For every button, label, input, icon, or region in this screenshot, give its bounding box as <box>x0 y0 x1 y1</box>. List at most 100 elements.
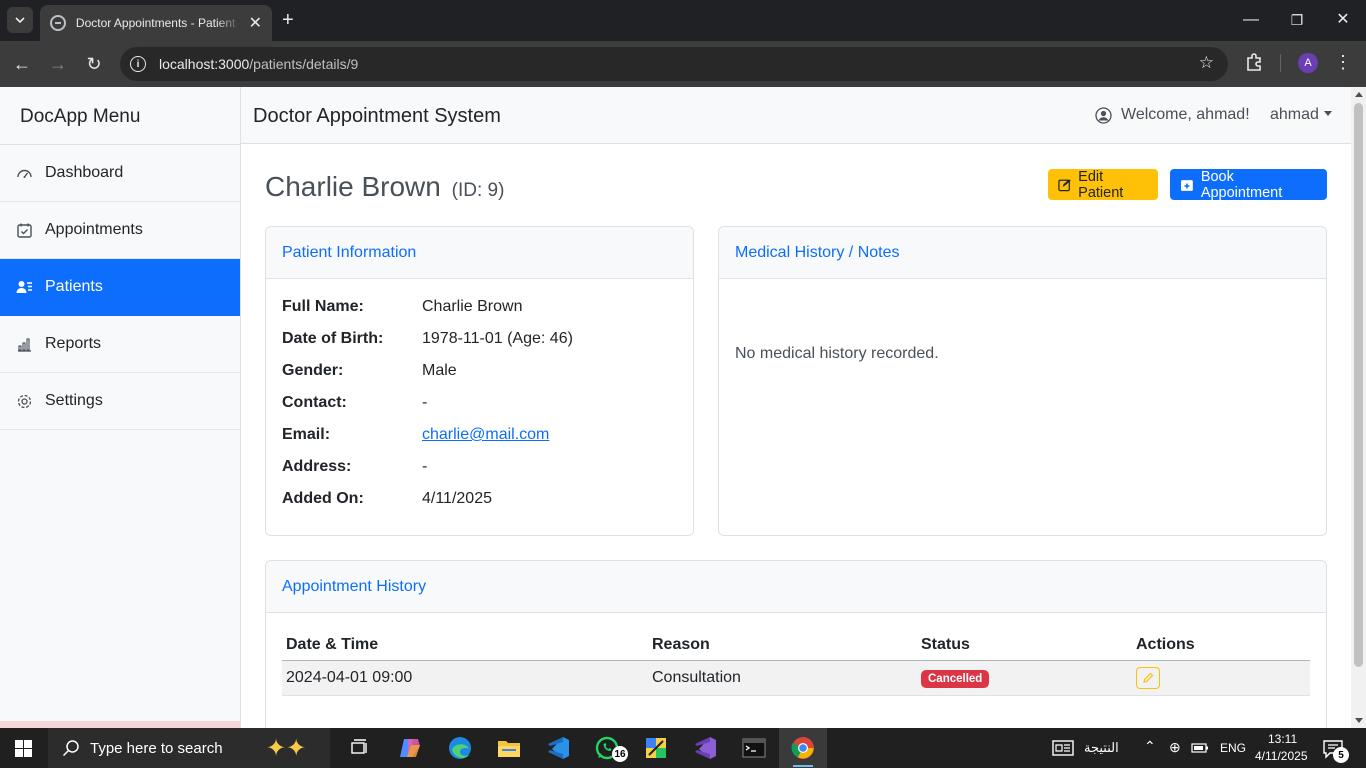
sidebar: DocApp Menu Dashboard Appointments Patie… <box>0 87 241 728</box>
taskbar-search-box[interactable]: Type here to search ✦✦ <box>48 728 330 768</box>
address-bar[interactable]: i localhost:3000/patients/details/9 ☆ <box>120 47 1228 81</box>
page-scrollbar[interactable] <box>1351 87 1366 728</box>
edit-patient-button[interactable]: Edit Patient <box>1048 168 1158 201</box>
info-value: 1978-11-01 (Age: 46) <box>422 330 573 347</box>
command-prompt-icon[interactable] <box>740 734 768 762</box>
news-widget-label[interactable]: النتيجة <box>1084 740 1119 756</box>
restore-window-icon[interactable]: ❐ <box>1274 8 1320 32</box>
table-row: 2024-04-01 09:00 Consultation Cancelled <box>282 660 1310 696</box>
info-label: Address: <box>282 458 352 475</box>
windows-start-icon[interactable] <box>15 740 32 757</box>
column-header: Actions <box>1132 631 1310 661</box>
new-tab-plus-icon[interactable]: + <box>282 8 294 32</box>
status-badge: Cancelled <box>921 669 990 688</box>
medical-history-card: Medical History / Notes No medical histo… <box>718 226 1327 536</box>
info-value: Male <box>422 362 457 379</box>
browser-tab-active[interactable]: Doctor Appointments - Patient ✕ <box>40 5 272 41</box>
url-path: /patients/details/9 <box>249 56 359 72</box>
column-header: Date & Time <box>282 631 648 661</box>
sidebar-item-settings[interactable]: Settings <box>0 373 240 430</box>
appointment-history-card: Appointment History Date & Time Reason S… <box>265 560 1327 728</box>
welcome-text: Welcome, ahmad! <box>1095 106 1250 124</box>
patient-information-card: Patient Information Full Name: Charlie Br… <box>265 226 694 536</box>
close-tab-icon[interactable]: ✕ <box>249 13 262 33</box>
no-history-text: No medical history recorded. <box>735 345 939 362</box>
browser-menu-kebab-icon[interactable]: ⋮ <box>1334 51 1352 73</box>
reload-icon[interactable]: ↻ <box>82 52 106 76</box>
edit-appointment-button[interactable] <box>1136 667 1160 689</box>
close-window-icon[interactable]: ✕ <box>1320 8 1366 32</box>
back-arrow-icon[interactable]: ← <box>10 52 34 76</box>
sidebar-item-dashboard[interactable]: Dashboard <box>0 145 240 202</box>
terminal-plugin-icon[interactable] <box>642 734 670 762</box>
sidebar-item-reports[interactable]: Reports <box>0 316 240 373</box>
chevron-down-icon <box>15 17 25 23</box>
book-appointment-button[interactable]: Book Appointment <box>1170 169 1327 201</box>
vscode-icon[interactable] <box>544 734 572 762</box>
calendar-plus-icon <box>1180 179 1193 191</box>
info-label: Full Name: <box>282 298 364 315</box>
sidebar-item-appointments[interactable]: Appointments <box>0 202 240 259</box>
sparkle-highlight-icon[interactable]: ✦✦ <box>266 734 306 763</box>
app-brand[interactable]: Doctor Appointment System <box>253 105 501 128</box>
search-icon <box>62 740 79 757</box>
welcome-label: Welcome, ahmad! <box>1121 106 1250 123</box>
sidebar-item-label: Dashboard <box>45 164 124 181</box>
extensions-puzzle-icon[interactable] <box>1244 52 1264 72</box>
tab-title: Doctor Appointments - Patient <box>75 16 236 30</box>
task-view-icon[interactable] <box>346 734 374 762</box>
sidebar-bottom-strip <box>0 721 240 728</box>
clock-date[interactable]: 4/11/2025 <box>1255 749 1308 763</box>
person-lines-icon <box>16 279 33 296</box>
user-dropdown-toggle[interactable]: ahmad <box>1270 106 1332 124</box>
info-label: Gender: <box>282 362 344 379</box>
sidebar-item-label: Patients <box>45 278 103 295</box>
scrollbar-thumb[interactable] <box>1354 103 1363 667</box>
info-label: Contact: <box>282 394 347 411</box>
url-text[interactable]: localhost:3000/patients/details/9 <box>159 56 358 72</box>
news-widget-icon[interactable] <box>1050 734 1076 762</box>
info-row-gender: Gender: Male <box>282 362 457 380</box>
appointment-actions-cell <box>1132 660 1310 696</box>
patient-name-heading: Charlie Brown <box>265 171 441 202</box>
info-row-dob: Date of Birth: 1978-11-01 (Age: 46) <box>282 330 573 348</box>
info-row-added-on: Added On: 4/11/2025 <box>282 490 492 508</box>
clock-time[interactable]: 13:11 <box>1268 732 1297 746</box>
column-header: Status <box>917 631 1132 661</box>
forward-arrow-icon[interactable]: → <box>46 52 70 76</box>
minimize-window-icon[interactable]: — <box>1228 8 1274 32</box>
info-label: Added On: <box>282 490 364 507</box>
network-location-icon[interactable]: ⊕ <box>1169 739 1181 756</box>
info-label: Email: <box>282 426 331 443</box>
scroll-up-icon[interactable] <box>1355 92 1363 97</box>
top-navbar: Doctor Appointment System Welcome, ahmad… <box>241 87 1351 144</box>
edit-patient-label: Edit Patient <box>1078 168 1124 201</box>
scroll-down-icon[interactable] <box>1355 718 1363 723</box>
dashboard-gauge-icon <box>16 165 33 182</box>
email-link[interactable]: charlie@mail.com <box>422 426 549 444</box>
calendar-check-icon <box>16 222 33 239</box>
card-header-medical-history: Medical History / Notes <box>719 227 1326 279</box>
appointments-table: Date & Time Reason Status Actions 2024-0… <box>282 631 1310 696</box>
caret-down-icon <box>1323 111 1332 116</box>
chrome-icon[interactable] <box>789 734 817 762</box>
file-explorer-icon[interactable] <box>495 734 523 762</box>
profile-avatar[interactable]: A <box>1298 53 1318 73</box>
bookmark-star-icon[interactable]: ☆ <box>1199 53 1214 73</box>
battery-icon[interactable] <box>1188 734 1212 762</box>
tab-search-button[interactable] <box>7 7 33 33</box>
info-row-contact: Contact: - <box>282 394 427 412</box>
toolbar-divider <box>1280 54 1281 72</box>
copilot-icon[interactable] <box>396 734 424 762</box>
language-indicator[interactable]: ENG <box>1220 741 1246 755</box>
info-label: Date of Birth: <box>282 330 384 347</box>
site-info-icon[interactable]: i <box>130 56 146 72</box>
info-value: 4/11/2025 <box>422 490 492 507</box>
sidebar-item-patients[interactable]: Patients <box>0 259 240 316</box>
edge-browser-icon[interactable] <box>446 734 474 762</box>
gear-icon <box>16 393 33 410</box>
show-hidden-icons-chevron-icon[interactable]: ⌃ <box>1144 738 1156 755</box>
bar-chart-icon <box>16 336 33 353</box>
info-value: - <box>422 394 428 411</box>
visual-studio-icon[interactable] <box>691 734 719 762</box>
